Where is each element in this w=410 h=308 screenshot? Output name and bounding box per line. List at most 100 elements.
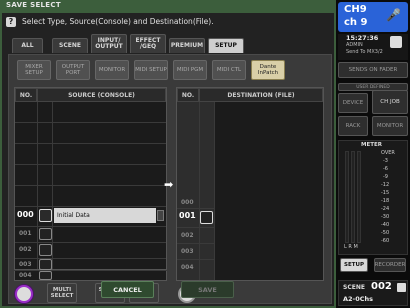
table-row[interactable]: 001	[15, 227, 166, 241]
button-label: RACK	[345, 123, 361, 129]
subtab-label: OUTPUT PORT	[61, 64, 85, 76]
button-label: DEVICE	[342, 100, 364, 106]
subtab-label: MIDI PGM	[176, 67, 204, 73]
sends-on-fader-button[interactable]: SENDS ON FADER	[338, 62, 408, 78]
table-row[interactable]: 003	[15, 259, 166, 271]
scene-display[interactable]: SCENE 002 A2-0Chs	[338, 280, 408, 306]
meter-scale-label: -18	[381, 198, 390, 204]
tab-label: SCENE	[59, 41, 81, 49]
row-number: 002	[19, 246, 32, 253]
row-number: 003	[181, 248, 194, 255]
tab-scene[interactable]: SCENE	[52, 38, 88, 53]
divider	[15, 185, 166, 186]
subtab-midi-setup[interactable]: MIDI SETUP	[134, 60, 168, 80]
channel-number: CH9	[344, 4, 367, 15]
meter-title: METER	[361, 142, 382, 148]
row-number: 001	[19, 230, 32, 237]
rack-button[interactable]: RACK	[338, 116, 368, 136]
tab-effect-geq[interactable]: EFFECT /GEQ	[130, 34, 166, 53]
dialog-title: SAVE SELECT	[6, 1, 61, 9]
table-row[interactable]: 000 Initial Data	[15, 207, 166, 225]
subtab-label: MONITOR	[98, 67, 126, 73]
meter-panel[interactable]: METER L R M OVER -3 -6 -9 -12 -15 -18 -2…	[338, 140, 408, 255]
divider	[177, 259, 214, 260]
tab-label: SETUP	[215, 41, 237, 49]
setup-tab-panel: MIXER SETUP OUTPUT PORT MONITOR MIDI SET…	[8, 54, 332, 304]
subtab-monitor[interactable]: MONITOR	[95, 60, 129, 80]
user-name: ADMIN	[346, 42, 363, 48]
subtab-label: MIDI SETUP	[135, 67, 167, 73]
arrow-right-icon: ➡	[164, 178, 174, 191]
meter-scale-label: -50	[381, 230, 390, 236]
meter-scale-label: -60	[381, 238, 390, 244]
row-checkbox[interactable]	[39, 271, 52, 280]
row-number: 000	[181, 199, 194, 206]
scene-name: A2-0Chs	[343, 295, 374, 303]
divider	[177, 227, 214, 228]
source-name-cell[interactable]: Initial Data	[54, 208, 156, 223]
tab-label: INPUT/ OUTPUT	[95, 36, 123, 50]
ch-job-button[interactable]: CH JOB	[372, 90, 408, 114]
monitor-button[interactable]: MONITOR	[372, 116, 408, 136]
device-button[interactable]: DEVICE	[338, 93, 368, 113]
divider	[15, 143, 166, 144]
meter-scale-label: -40	[381, 222, 390, 228]
table-row[interactable]: 002	[15, 243, 166, 257]
row-number: 003	[19, 261, 32, 268]
cancel-button[interactable]: CANCEL	[101, 281, 154, 298]
divider	[214, 102, 215, 280]
save-button[interactable]: SAVE	[181, 281, 234, 298]
help-icon[interactable]: ?	[6, 17, 16, 27]
save-select-dialog: ? Select Type, Source(Console) and Desti…	[0, 13, 336, 308]
tab-label: PREMIUM	[170, 41, 204, 49]
button-label: SENDS ON FADER	[348, 67, 398, 73]
tab-input-output[interactable]: INPUT/ OUTPUT	[91, 34, 127, 53]
row-checkbox[interactable]	[39, 244, 52, 256]
subtab-mixer-setup[interactable]: MIXER SETUP	[17, 60, 51, 80]
scene-label: SCENE	[343, 284, 365, 291]
source-scroll-knob-icon[interactable]	[15, 285, 33, 303]
row-checkbox[interactable]	[39, 259, 52, 270]
divider	[199, 102, 200, 280]
meter-scale-label: -9	[383, 174, 388, 180]
meter-scale-label: -15	[381, 190, 390, 196]
subtab-label: Dante InPatch	[257, 64, 279, 76]
recorder-button[interactable]: RECORDER	[374, 258, 406, 272]
row-checkbox[interactable]	[39, 209, 52, 222]
meter-bar-left	[345, 151, 349, 243]
meter-scale-label: -3	[383, 158, 388, 164]
meter-scale-label: -30	[381, 214, 390, 220]
setup-button[interactable]: SETUP	[340, 258, 368, 272]
button-label: RECORDER	[374, 262, 406, 268]
meter-bar-right	[351, 151, 355, 243]
destination-file-list: NO. DESTINATION (FILE) 000 001 002 003 0…	[176, 87, 324, 281]
scene-store-icon[interactable]	[397, 283, 406, 292]
subtab-output-port[interactable]: OUTPUT PORT	[56, 60, 90, 80]
tab-label: EFFECT /GEQ	[135, 36, 161, 50]
destination-current-row[interactable]: 001	[177, 209, 214, 226]
tab-premium[interactable]: PREMIUM	[169, 38, 205, 53]
multi-select-button[interactable]: MULTI SELECT	[47, 283, 77, 303]
subtab-midi-pgm[interactable]: MIDI PGM	[173, 60, 207, 80]
subtab-dante-inpatch[interactable]: Dante InPatch	[251, 60, 285, 80]
row-handle[interactable]	[157, 210, 164, 221]
row-number: 004	[19, 272, 32, 279]
meter-bar-mono	[357, 151, 361, 243]
row-checkbox[interactable]	[200, 211, 213, 224]
status-area: 15:27:36 ADMIN Send To MX3/2	[338, 34, 408, 60]
divider	[177, 243, 214, 244]
divider	[15, 164, 166, 165]
tab-all[interactable]: ALL	[12, 38, 43, 53]
tab-setup[interactable]: SETUP	[208, 38, 244, 53]
meter-scale-label: -24	[381, 206, 390, 212]
subtab-label: MIXER SETUP	[25, 64, 43, 76]
destination-header: DESTINATION (FILE)	[199, 88, 323, 102]
user-key-icon[interactable]	[390, 36, 402, 48]
table-row[interactable]: 004	[14, 271, 167, 281]
channel-display[interactable]: CH9 ch 9 🎤	[338, 2, 408, 32]
source-no-header: NO.	[15, 88, 37, 102]
source-console-list: NO. SOURCE (CONSOLE) 000 Initial Data 00…	[14, 87, 167, 270]
row-number: 000	[17, 210, 34, 219]
row-checkbox[interactable]	[39, 228, 52, 240]
subtab-midi-ctl[interactable]: MIDI CTL	[212, 60, 246, 80]
